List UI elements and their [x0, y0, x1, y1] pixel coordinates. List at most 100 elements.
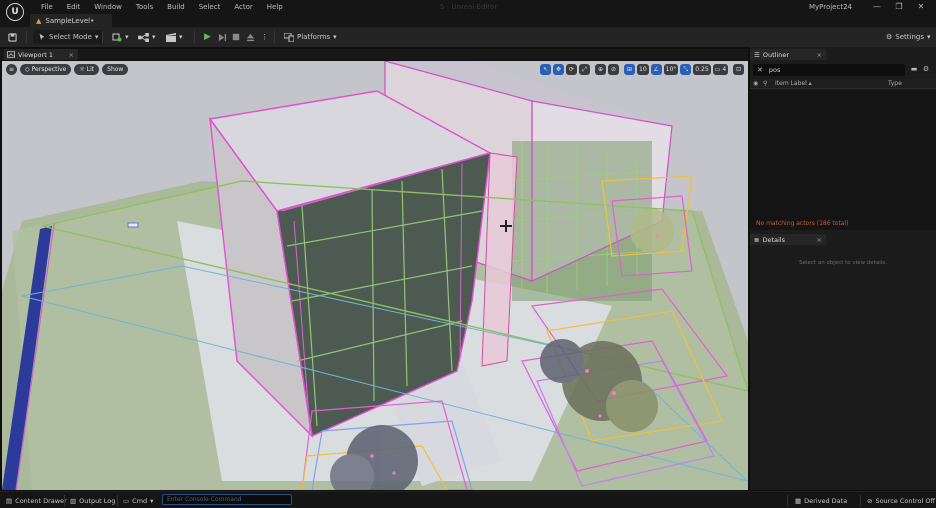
- main-toolbar: Select Mode ▾ ▾ ▾ ▾ ▶ ⋮ Platforms ▾ ⚙ Se…: [0, 27, 936, 47]
- cinematics-button[interactable]: ▾: [166, 30, 183, 44]
- maximize-viewport-button[interactable]: ⊡: [733, 64, 745, 75]
- main-menu: File Edit Window Tools Build Select Acto…: [34, 0, 290, 14]
- pin-icon[interactable]: ⚲: [763, 80, 773, 87]
- world-local-button[interactable]: ⊕: [595, 64, 606, 75]
- status-divider: [64, 495, 65, 506]
- rotation-snap-value[interactable]: 10°: [663, 64, 679, 75]
- camera-speed-button[interactable]: ▭ 4: [712, 64, 729, 75]
- outliner-search-input[interactable]: [768, 66, 889, 74]
- grid-snap-value[interactable]: 10: [637, 64, 649, 75]
- step-button[interactable]: [218, 30, 227, 44]
- menu-edit[interactable]: Edit: [60, 0, 88, 14]
- tab-viewport-1[interactable]: Viewport 1 ×: [4, 49, 78, 60]
- platforms-label: Platforms: [297, 33, 331, 41]
- level-viewport[interactable]: [2, 61, 748, 490]
- platforms-dropdown[interactable]: Platforms ▾: [284, 30, 337, 44]
- maximize-icon: ⊡: [736, 66, 742, 73]
- play-options-button[interactable]: ⋮: [261, 30, 268, 44]
- visibility-eye-icon[interactable]: ◉: [753, 80, 763, 87]
- output-log-button[interactable]: ▥ Output Log: [70, 496, 115, 506]
- menu-help[interactable]: Help: [260, 0, 290, 14]
- eject-button[interactable]: [246, 30, 255, 44]
- close-window-button[interactable]: ✕: [910, 0, 932, 14]
- status-divider: [860, 495, 861, 506]
- window-title: 5 - Unreal Editor: [440, 3, 498, 11]
- folder-icon: ▬: [910, 65, 918, 73]
- project-name: MyProject24: [808, 3, 852, 11]
- blueprint-button[interactable]: ▾: [138, 30, 156, 44]
- close-icon[interactable]: ×: [817, 51, 822, 59]
- outliner-column-header: ◉ ⚲ Item Label ▴ Type: [750, 79, 936, 89]
- menu-window[interactable]: Window: [87, 0, 129, 14]
- view-mode-lit-button[interactable]: ☼ Lit: [74, 64, 100, 75]
- toolbar-divider: [194, 31, 195, 43]
- menu-file[interactable]: File: [34, 0, 60, 14]
- translate-tool-button[interactable]: ✥: [553, 64, 564, 75]
- stop-icon: [232, 33, 240, 41]
- tab-sample-level[interactable]: ▲ SampleLevel•: [30, 14, 112, 27]
- gear-icon: ⚙: [922, 65, 930, 73]
- derived-data-button[interactable]: ▦ Derived Data: [795, 496, 847, 506]
- tab-outliner[interactable]: ☰ Outliner ×: [750, 49, 826, 60]
- platforms-icon: [284, 32, 294, 42]
- scale-snap-value[interactable]: 0.25: [693, 64, 711, 75]
- source-control-button[interactable]: ⊘ Source Control Off: [867, 496, 935, 506]
- tab-details[interactable]: ≣ Details ×: [750, 234, 826, 245]
- rotation-snap-toggle[interactable]: ∠: [650, 64, 662, 75]
- outliner-status-text: No matching actors (186 total): [756, 220, 849, 227]
- chevron-down-icon: ▾: [333, 33, 337, 41]
- outliner-settings-button[interactable]: ⚙: [921, 65, 931, 75]
- eject-icon: [246, 33, 255, 41]
- close-icon[interactable]: ×: [69, 51, 74, 59]
- save-button[interactable]: [8, 30, 17, 44]
- column-item-label[interactable]: Item Label ▴: [773, 80, 888, 87]
- menu-build[interactable]: Build: [160, 0, 192, 14]
- grid-snap-toggle[interactable]: ⊞: [624, 64, 635, 75]
- source-control-label: Source Control Off: [875, 497, 936, 505]
- camera-icon: ▭: [714, 66, 721, 73]
- clapperboard-icon: [166, 32, 176, 42]
- save-icon: [8, 32, 17, 42]
- new-folder-button[interactable]: ▬: [909, 65, 919, 75]
- details-empty-hint: Select an object to view details.: [799, 260, 887, 266]
- move-icon: ✥: [555, 66, 562, 73]
- scale-snap-icon: ⤡: [683, 65, 689, 73]
- perspective-label: Perspective: [31, 66, 67, 73]
- chevron-down-icon: ▾: [125, 33, 129, 41]
- restore-button[interactable]: ❐: [888, 0, 910, 14]
- toolbar-divider: [26, 31, 27, 43]
- play-button[interactable]: ▶: [204, 30, 211, 44]
- toolbar-divider: [102, 31, 103, 43]
- chevron-down-icon: ▾: [152, 33, 156, 41]
- column-type[interactable]: Type: [888, 80, 902, 87]
- stop-button[interactable]: [232, 30, 240, 44]
- show-flags-button[interactable]: Show: [102, 64, 129, 75]
- menu-select[interactable]: Select: [192, 0, 228, 14]
- surface-snap-icon: ⊘: [610, 66, 617, 73]
- level-tab-label: SampleLevel•: [45, 16, 95, 25]
- menu-actor[interactable]: Actor: [227, 0, 259, 14]
- clear-search-icon[interactable]: ✕: [757, 66, 763, 74]
- scale-tool-button[interactable]: ⤢: [579, 64, 590, 75]
- select-mode-dropdown[interactable]: Select Mode ▾: [33, 30, 104, 44]
- viewport-right-toolbar: ↖ ✥ ⟳ ⤢ ⊕ ⊘ ⊞ 10 ∠ 10° ⤡ 0.25 ▭ 4 ⊡: [540, 64, 745, 75]
- viewport-menu-button[interactable]: ≡: [6, 64, 17, 75]
- content-drawer-button[interactable]: ▤ Content Drawer: [6, 496, 67, 506]
- console-command-input[interactable]: [162, 494, 292, 505]
- minimize-button[interactable]: —: [866, 0, 888, 14]
- cmd-dropdown[interactable]: ▭ Cmd ▾: [123, 496, 153, 506]
- rotate-tool-button[interactable]: ⟳: [566, 64, 577, 75]
- menu-tools[interactable]: Tools: [129, 0, 160, 14]
- surface-snap-button[interactable]: ⊘: [608, 64, 619, 75]
- scale-snap-toggle[interactable]: ⤡: [680, 64, 692, 75]
- add-actor-button[interactable]: ▾: [112, 30, 129, 44]
- status-divider: [117, 495, 118, 506]
- unreal-logo-icon[interactable]: U: [6, 3, 24, 21]
- window-controls: — ❐ ✕: [866, 0, 932, 14]
- select-tool-button[interactable]: ↖: [540, 64, 551, 75]
- perspective-button[interactable]: ◇ Perspective: [20, 64, 72, 75]
- terminal-icon: ▭: [123, 497, 130, 505]
- settings-button[interactable]: ⚙ Settings ▾: [886, 30, 931, 44]
- document-tab-row: ▲ SampleLevel•: [0, 14, 936, 27]
- close-icon[interactable]: ×: [817, 236, 822, 244]
